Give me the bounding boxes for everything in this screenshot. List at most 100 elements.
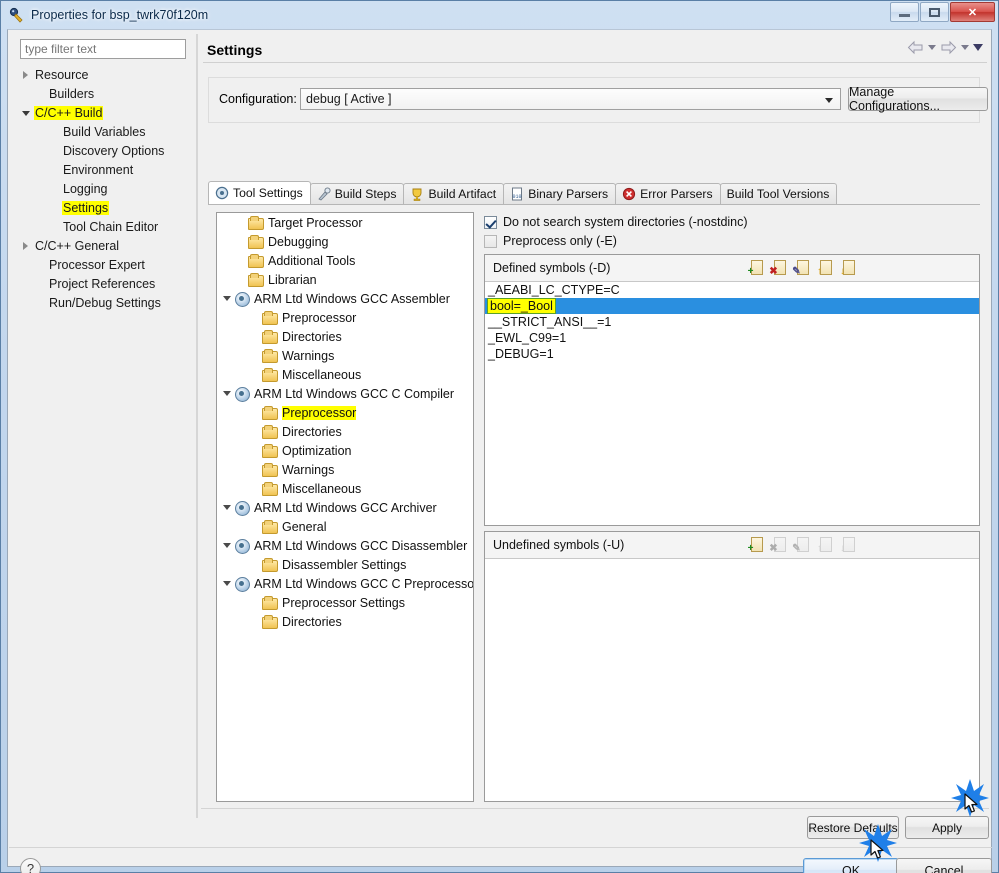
delete-icon[interactable]: ✖ <box>769 260 786 277</box>
filter-input[interactable] <box>20 39 186 59</box>
apply-button[interactable]: Apply <box>905 816 989 839</box>
tool-tree-item[interactable]: ARM Ltd Windows GCC C Preprocessor <box>217 574 473 593</box>
tool-tree-item[interactable]: Librarian <box>217 270 473 289</box>
tool-tree-item[interactable]: Preprocessor Settings <box>217 593 473 612</box>
symbol-text: __STRICT_ANSI__=1 <box>488 315 612 329</box>
cancel-button[interactable]: Cancel <box>896 858 992 873</box>
tool-tree-item[interactable]: Disassembler Settings <box>217 555 473 574</box>
undefined-symbols-list[interactable] <box>485 559 979 801</box>
arrow-left-icon[interactable] <box>907 40 924 55</box>
chevron-right-icon[interactable] <box>20 69 31 80</box>
tool-tree-item[interactable]: Optimization <box>217 441 473 460</box>
sidebar-item-c-c-build[interactable]: C/C++ Build <box>12 103 194 122</box>
sidebar-item-logging[interactable]: Logging <box>12 179 194 198</box>
sidebar-item-project-references[interactable]: Project References <box>12 274 194 293</box>
back-history-chevron-down-icon[interactable] <box>928 45 936 50</box>
preprocess-only-checkbox-row[interactable]: Preprocess only (-E) <box>484 234 617 248</box>
tool-tree-item[interactable]: Additional Tools <box>217 251 473 270</box>
symbol-row[interactable]: _EWL_C99=1 <box>485 330 979 346</box>
folder-icon <box>261 462 278 477</box>
tool-tree-item[interactable]: Warnings <box>217 346 473 365</box>
tool-tree-item-label: Librarian <box>268 272 317 287</box>
tab-error-parsers[interactable]: Error Parsers <box>615 183 721 204</box>
chevron-down-icon[interactable] <box>221 296 233 301</box>
move-up-icon[interactable]: ↑ <box>815 260 832 277</box>
edit-icon[interactable]: ✎ <box>792 260 809 277</box>
arrow-right-icon[interactable] <box>940 40 957 55</box>
close-button[interactable]: ✕ <box>950 2 995 22</box>
defined-symbols-list[interactable]: _AEABI_LC_CTYPE=C bool=_Bool __STRICT_ANSI… <box>485 282 979 525</box>
sidebar-item-processor-expert[interactable]: Processor Expert <box>12 255 194 274</box>
tool-tree-item[interactable]: Miscellaneous <box>217 479 473 498</box>
tool-icon <box>233 500 250 516</box>
tab-binary-parsers[interactable]: 010 Binary Parsers <box>503 183 617 204</box>
tool-tree-item[interactable]: Preprocessor <box>217 308 473 327</box>
chevron-down-icon[interactable] <box>221 581 233 586</box>
settings-category-tree[interactable]: Resource Builders C/C++ Build Build Variabl… <box>12 65 194 312</box>
pane-divider[interactable] <box>196 34 198 818</box>
tool-tree-item-label: Debugging <box>268 234 329 249</box>
tool-icon <box>233 576 250 592</box>
symbol-row[interactable]: bool=_Bool <box>485 298 979 314</box>
add-icon[interactable]: + <box>746 537 763 554</box>
sidebar-item-resource[interactable]: Resource <box>12 65 194 84</box>
nostdinc-checkbox[interactable] <box>484 215 497 229</box>
forward-history-chevron-down-icon[interactable] <box>961 45 969 50</box>
minimize-button[interactable] <box>890 2 919 22</box>
tool-tree-item[interactable]: Directories <box>217 327 473 346</box>
chevron-down-icon <box>825 98 833 103</box>
chevron-down-icon[interactable] <box>221 505 233 510</box>
tab-build-tool-versions[interactable]: Build Tool Versions <box>719 183 838 204</box>
nostdinc-checkbox-row[interactable]: Do not search system directories (-nostd… <box>484 215 748 229</box>
tab-underline <box>208 204 980 205</box>
tool-tree-item[interactable]: Miscellaneous <box>217 365 473 384</box>
restore-defaults-button[interactable]: Restore Defaults <box>807 816 899 839</box>
tool-tree-item[interactable]: Directories <box>217 422 473 441</box>
tool-tree-item[interactable]: Warnings <box>217 460 473 479</box>
sidebar-item-builders[interactable]: Builders <box>12 84 194 103</box>
ok-button[interactable]: OK <box>803 858 899 873</box>
chevron-down-icon[interactable] <box>20 107 31 118</box>
tab-build-steps[interactable]: Build Steps <box>309 183 405 204</box>
move-down-icon[interactable]: ↓ <box>838 260 855 277</box>
settings-tab-bar[interactable]: Tool Settings Build Steps Build Artifact 01… <box>208 181 980 204</box>
tool-tree-item[interactable]: Debugging <box>217 232 473 251</box>
tool-tree-item[interactable]: ARM Ltd Windows GCC C Compiler <box>217 384 473 403</box>
sidebar-item-environment[interactable]: Environment <box>12 160 194 179</box>
undefined-symbols-title: Undefined symbols (-U) <box>493 538 625 552</box>
maximize-button[interactable] <box>920 2 949 22</box>
sidebar-item-run-debug-settings[interactable]: Run/Debug Settings <box>12 293 194 312</box>
close-icon: ✕ <box>967 6 978 19</box>
chevron-down-icon[interactable] <box>221 391 233 396</box>
chevron-down-icon[interactable] <box>221 543 233 548</box>
chevron-right-icon[interactable] <box>20 240 31 251</box>
tab-build-artifact[interactable]: Build Artifact <box>403 183 505 204</box>
symbol-row[interactable]: _DEBUG=1 <box>485 346 979 362</box>
page-menu-chevron-down-icon[interactable] <box>973 44 983 51</box>
add-icon[interactable]: + <box>746 260 763 277</box>
sidebar-item-discovery-options[interactable]: Discovery Options <box>12 141 194 160</box>
tool-tree-item[interactable]: Target Processor <box>217 213 473 232</box>
symbol-row[interactable]: __STRICT_ANSI__=1 <box>485 314 979 330</box>
tool-tree-item[interactable]: ARM Ltd Windows GCC Assembler <box>217 289 473 308</box>
tab-tool-settings[interactable]: Tool Settings <box>208 181 311 204</box>
preprocess-only-checkbox[interactable] <box>484 234 497 248</box>
sidebar-item-c-c-general[interactable]: C/C++ General <box>12 236 194 255</box>
sidebar-item-settings[interactable]: Settings <box>12 198 194 217</box>
tool-tree[interactable]: Target Processor Debugging Additional Tool… <box>216 212 474 802</box>
tool-tree-item-label: ARM Ltd Windows GCC C Preprocessor <box>254 576 474 591</box>
symbol-row[interactable]: _AEABI_LC_CTYPE=C <box>485 282 979 298</box>
tool-tree-item[interactable]: Directories <box>217 612 473 631</box>
configuration-combo[interactable]: debug [ Active ] <box>300 88 841 110</box>
tool-tree-item[interactable]: Preprocessor <box>217 403 473 422</box>
tool-tree-item[interactable]: ARM Ltd Windows GCC Archiver <box>217 498 473 517</box>
tool-tree-item[interactable]: General <box>217 517 473 536</box>
tool-tree-item[interactable]: ARM Ltd Windows GCC Disassembler <box>217 536 473 555</box>
sidebar-item-build-variables[interactable]: Build Variables <box>12 122 194 141</box>
help-button[interactable]: ? <box>20 858 41 873</box>
manage-configurations-button[interactable]: Manage Configurations... <box>848 85 988 113</box>
sidebar-item-tool-chain-editor[interactable]: Tool Chain Editor <box>12 217 194 236</box>
